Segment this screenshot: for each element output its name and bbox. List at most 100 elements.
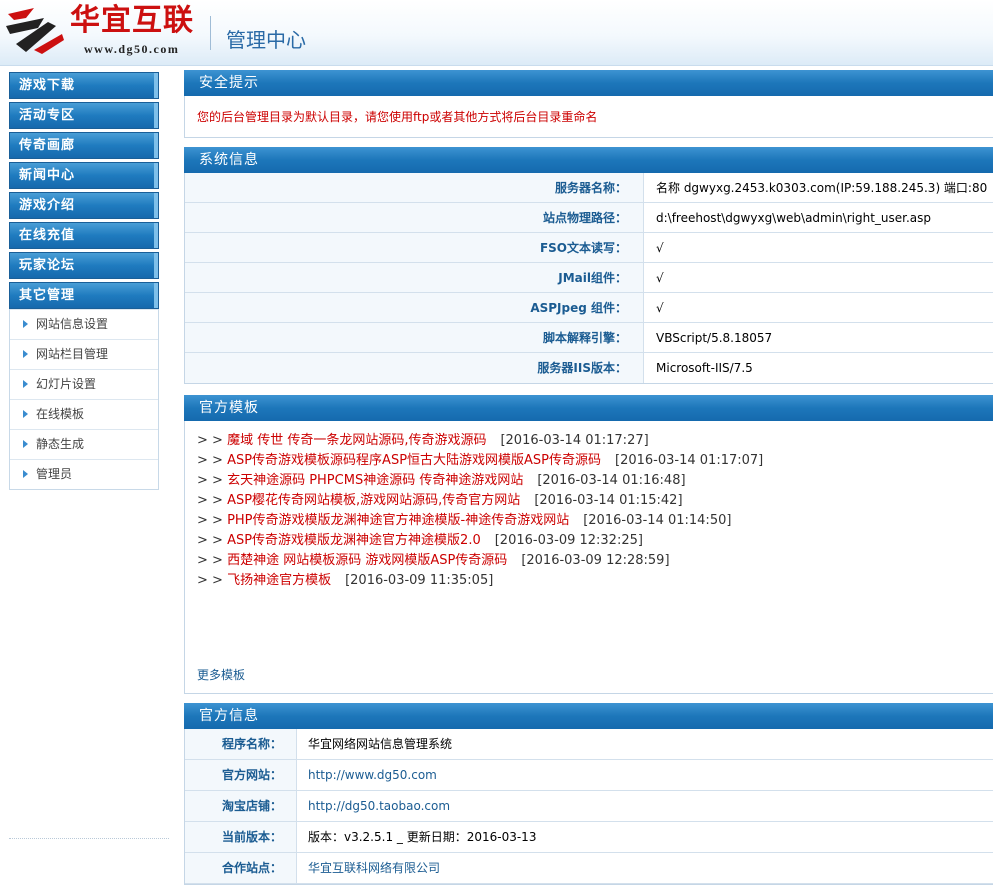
- system-info-table: 服务器名称： 名称 dgwyxg.2453.k0303.com(IP:59.188…: [184, 173, 993, 384]
- official-info-title: 官方信息: [184, 703, 993, 729]
- logo-text: 华宜互联: [70, 3, 194, 38]
- template-link[interactable]: 飞扬神途官方模板: [227, 573, 331, 588]
- security-panel: 安全提示 您的后台管理目录为默认目录，请您使用ftp或者其他方式将后台目录重命名: [184, 70, 993, 138]
- template-date: [2016-03-14 01:14:50]: [583, 513, 732, 528]
- template-link[interactable]: 魔域 传世 传奇一条龙网站源码,传奇游戏源码: [227, 433, 486, 448]
- current-version-value: 版本：v3.2.5.1 _ 更新日期：2016-03-13: [308, 830, 537, 844]
- jmail-value: √: [656, 271, 664, 285]
- list-item[interactable]: > > PHP传奇游戏模版龙渊神途官方神途模版-神途传奇游戏网站 [2016-03…: [197, 511, 981, 531]
- template-date: [2016-03-14 01:17:07]: [615, 453, 764, 468]
- submenu-item-label: 静态生成: [36, 437, 85, 451]
- taobao-store-label: 淘宝店铺：: [185, 791, 297, 821]
- submenu-item-label: 在线模板: [36, 407, 85, 421]
- aspjpeg-label: ASPJpeg 组件：: [185, 293, 644, 322]
- program-name-value: 华宜网络网站信息管理系统: [308, 737, 453, 751]
- system-info-panel: 系统信息 服务器名称： 名称 dgwyxg.2453.k0303.com(IP:5…: [184, 147, 993, 384]
- security-panel-title: 安全提示: [184, 70, 993, 96]
- physical-path-value: d:\freehost\dgwyxg\web\admin\right_user.…: [656, 211, 932, 225]
- template-date: [2016-03-09 12:28:59]: [521, 553, 670, 568]
- list-prefix: > >: [197, 513, 223, 528]
- list-item[interactable]: > > 魔域 传世 传奇一条龙网站源码,传奇游戏源码 [2016-03-14 01…: [197, 431, 981, 451]
- template-link[interactable]: ASP樱花传奇网站模板,游戏网站源码,传奇官方网站: [227, 493, 520, 508]
- table-row: 程序名称： 华宜网络网站信息管理系统: [185, 729, 993, 760]
- submenu-item-static-generate[interactable]: 静态生成: [10, 429, 158, 459]
- template-link[interactable]: 西楚神途 网站模板源码 游戏网模版ASP传奇源码: [227, 553, 507, 568]
- jmail-label: JMail组件：: [185, 263, 644, 292]
- security-message: 您的后台管理目录为默认目录，请您使用ftp或者其他方式将后台目录重命名: [184, 96, 993, 138]
- arrow-right-icon: [23, 380, 28, 388]
- arrow-right-icon: [23, 410, 28, 418]
- submenu-item-admins[interactable]: 管理员: [10, 459, 158, 489]
- script-engine-label: 脚本解释引擎：: [185, 323, 644, 352]
- header-divider: [210, 16, 211, 50]
- official-info-panel: 官方信息 程序名称： 华宜网络网站信息管理系统 官方网站： http://www.d…: [184, 703, 993, 885]
- sidebar-item-news[interactable]: 新闻中心: [9, 162, 159, 189]
- server-name-label: 服务器名称：: [185, 173, 644, 202]
- official-site-link[interactable]: http://www.dg50.com: [297, 760, 993, 790]
- sidebar-divider: [9, 838, 169, 839]
- program-name-label: 程序名称：: [185, 729, 297, 759]
- submenu-item-label: 网站信息设置: [36, 317, 109, 331]
- page-title: 管理中心: [226, 28, 306, 52]
- table-row: 合作站点： 华宜互联科网络有限公司: [185, 853, 993, 884]
- submenu-item-columns[interactable]: 网站栏目管理: [10, 339, 158, 369]
- submenu-item-slides[interactable]: 幻灯片设置: [10, 369, 158, 399]
- submenu-item-site-settings[interactable]: 网站信息设置: [10, 309, 158, 339]
- table-row: 淘宝店铺： http://dg50.taobao.com: [185, 791, 993, 822]
- list-item[interactable]: > > 飞扬神途官方模板 [2016-03-09 11:35:05]: [197, 571, 981, 591]
- list-item[interactable]: > > ASP传奇游戏模板源码程序ASP恒古大陆游戏网模版ASP传奇源码 [201…: [197, 451, 981, 471]
- list-prefix: > >: [197, 433, 223, 448]
- company-logo-icon: [6, 8, 64, 54]
- table-row: ASPJpeg 组件： √: [185, 293, 993, 323]
- templates-list: > > 魔域 传世 传奇一条龙网站源码,传奇游戏源码 [2016-03-14 01…: [184, 421, 993, 694]
- script-engine-value: VBScript/5.8.18057: [656, 331, 773, 345]
- template-link[interactable]: ASP传奇游戏模板源码程序ASP恒古大陆游戏网模版ASP传奇源码: [227, 453, 601, 468]
- submenu-item-label: 网站栏目管理: [36, 347, 109, 361]
- template-date: [2016-03-14 01:15:42]: [534, 493, 683, 508]
- system-info-title: 系统信息: [184, 147, 993, 173]
- template-date: [2016-03-09 12:32:25]: [494, 533, 643, 548]
- template-date: [2016-03-14 01:17:27]: [500, 433, 649, 448]
- submenu-item-online-templates[interactable]: 在线模板: [10, 399, 158, 429]
- aspjpeg-value: √: [656, 301, 664, 315]
- iis-version-value: Microsoft-IIS/7.5: [656, 361, 753, 375]
- list-prefix: > >: [197, 473, 223, 488]
- list-item[interactable]: > > ASP樱花传奇网站模板,游戏网站源码,传奇官方网站 [2016-03-14…: [197, 491, 981, 511]
- table-row: 服务器名称： 名称 dgwyxg.2453.k0303.com(IP:59.188…: [185, 173, 993, 203]
- list-item[interactable]: > > ASP传奇游戏模版龙渊神途官方神途模版2.0 [2016-03-09 12…: [197, 531, 981, 551]
- template-link[interactable]: ASP传奇游戏模版龙渊神途官方神途模版2.0: [227, 533, 481, 548]
- taobao-store-link[interactable]: http://dg50.taobao.com: [297, 791, 993, 821]
- sidebar-item-gallery[interactable]: 传奇画廊: [9, 132, 159, 159]
- sidebar-item-events[interactable]: 活动专区: [9, 102, 159, 129]
- list-prefix: > >: [197, 533, 223, 548]
- template-date: [2016-03-09 11:35:05]: [345, 573, 494, 588]
- template-date: [2016-03-14 01:16:48]: [537, 473, 686, 488]
- template-link[interactable]: 玄天神途源码 PHPCMS神途源码 传奇神途游戏网站: [227, 473, 523, 488]
- list-prefix: > >: [197, 453, 223, 468]
- partner-site-link[interactable]: 华宜互联科网络有限公司: [297, 853, 993, 883]
- table-row: 官方网站： http://www.dg50.com: [185, 760, 993, 791]
- logo-url: www.dg50.com: [84, 42, 180, 56]
- submenu-item-label: 幻灯片设置: [36, 377, 97, 391]
- table-row: FSO文本读写： √: [185, 233, 993, 263]
- official-site-label: 官方网站：: [185, 760, 297, 790]
- sidebar-item-forum[interactable]: 玩家论坛: [9, 252, 159, 279]
- templates-title: 官方模板: [184, 395, 993, 421]
- list-item[interactable]: > > 玄天神途源码 PHPCMS神途源码 传奇神途游戏网站 [2016-03-1…: [197, 471, 981, 491]
- template-link[interactable]: PHP传奇游戏模版龙渊神途官方神途模版-神途传奇游戏网站: [227, 513, 569, 528]
- sidebar-item-game-download[interactable]: 游戏下载: [9, 72, 159, 99]
- list-item[interactable]: > > 西楚神途 网站模板源码 游戏网模版ASP传奇源码 [2016-03-09 …: [197, 551, 981, 571]
- table-row: 服务器IIS版本： Microsoft-IIS/7.5: [185, 353, 993, 383]
- table-row: 当前版本： 版本：v3.2.5.1 _ 更新日期：2016-03-13: [185, 822, 993, 853]
- table-row: JMail组件： √: [185, 263, 993, 293]
- arrow-right-icon: [23, 470, 28, 478]
- iis-version-label: 服务器IIS版本：: [185, 353, 644, 383]
- submenu-item-label: 管理员: [36, 467, 73, 481]
- more-templates-link[interactable]: 更多模板: [197, 666, 245, 683]
- header-bar: 华宜互联 www.dg50.com 管理中心: [0, 0, 993, 66]
- table-row: 站点物理路径： d:\freehost\dgwyxg\web\admin\righ…: [185, 203, 993, 233]
- fso-label: FSO文本读写：: [185, 233, 644, 262]
- sidebar-item-other[interactable]: 其它管理: [9, 282, 159, 309]
- sidebar-item-game-intro[interactable]: 游戏介绍: [9, 192, 159, 219]
- sidebar-item-recharge[interactable]: 在线充值: [9, 222, 159, 249]
